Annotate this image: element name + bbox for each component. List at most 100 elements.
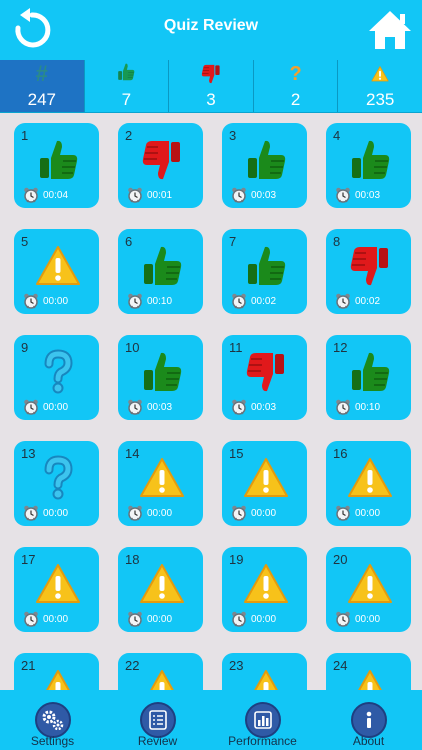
question-tile[interactable]: 4 00:03 xyxy=(326,123,411,208)
question-number: 15 xyxy=(229,446,244,461)
question-number: 3 xyxy=(229,128,237,143)
question-icon xyxy=(44,455,73,500)
warning-icon xyxy=(348,564,392,603)
question-tile[interactable]: 3 00:03 xyxy=(222,123,307,208)
alarm-clock-icon xyxy=(128,399,142,415)
home-icon xyxy=(369,11,411,49)
stat-wrong[interactable]: 3 xyxy=(168,60,253,112)
question-tile[interactable]: 17 00:00 xyxy=(14,547,99,632)
top-bar: Quiz Review xyxy=(0,0,422,60)
alarm-clock-icon xyxy=(336,611,350,627)
question-tile[interactable]: 22 xyxy=(118,653,203,690)
stat-total[interactable]: #247 xyxy=(0,60,84,112)
thumbs-down-icon xyxy=(246,353,284,392)
question-tile[interactable]: 14 00:00 xyxy=(118,441,203,526)
home-button[interactable] xyxy=(366,8,414,52)
alarm-clock-icon xyxy=(336,187,350,203)
stat-value: 3 xyxy=(206,90,216,109)
list-icon xyxy=(148,710,167,730)
warning-icon xyxy=(371,66,389,82)
alarm-clock-icon xyxy=(336,293,350,309)
alarm-clock-icon xyxy=(24,611,38,627)
question-number: 11 xyxy=(229,340,243,355)
question-number: 12 xyxy=(333,340,348,355)
stat-unsure[interactable]: ? 2 xyxy=(252,60,338,112)
question-tile[interactable]: 5 00:00 xyxy=(14,229,99,314)
question-time: 00:02 xyxy=(251,296,277,307)
warning-icon xyxy=(140,564,184,603)
question-tile[interactable]: 15 00:00 xyxy=(222,441,307,526)
question-number: 13 xyxy=(21,446,36,461)
question-tile[interactable]: 7 00:02 xyxy=(222,229,307,314)
tab-performance[interactable]: Performance xyxy=(210,690,315,750)
stat-value: 247 xyxy=(27,90,56,109)
question-tile[interactable]: 9 00:00 xyxy=(14,335,99,420)
warning-icon xyxy=(244,564,288,603)
thumbs-down-icon xyxy=(142,141,180,180)
question-tile[interactable]: 19 00:00 xyxy=(222,547,307,632)
question-tile[interactable]: 8 00:02 xyxy=(326,229,411,314)
question-number: 14 xyxy=(125,446,140,461)
thumbs-up-icon xyxy=(352,352,390,391)
tab-label: Performance xyxy=(228,734,297,748)
question-icon: ? xyxy=(289,63,302,85)
question-tile[interactable]: 18 00:00 xyxy=(118,547,203,632)
question-tile[interactable]: 2 00:01 xyxy=(118,123,203,208)
hash-icon: # xyxy=(35,61,48,86)
alarm-clock-icon xyxy=(24,293,38,309)
question-tile[interactable]: 10 00:03 xyxy=(118,335,203,420)
warning-icon xyxy=(348,458,392,497)
thumbs-up-icon xyxy=(40,140,78,179)
question-tile[interactable]: 21 xyxy=(14,653,99,690)
question-tile[interactable]: 23 xyxy=(222,653,307,690)
tab-review[interactable]: Review xyxy=(105,690,210,750)
thumbs-up-icon xyxy=(118,63,135,80)
warning-icon xyxy=(150,670,174,690)
thumbs-down-icon xyxy=(201,64,220,84)
tab-settings[interactable]: Settings xyxy=(0,690,105,750)
question-number: 19 xyxy=(229,552,244,567)
question-time: 00:04 xyxy=(43,190,69,201)
question-tile[interactable]: 20 00:00 xyxy=(326,547,411,632)
question-number: 1 xyxy=(21,128,29,143)
question-time: 00:00 xyxy=(43,402,69,413)
question-tile[interactable]: 11 00:03 xyxy=(222,335,307,420)
question-number: 17 xyxy=(21,552,36,567)
question-tile[interactable]: 16 00:00 xyxy=(326,441,411,526)
question-tile[interactable]: 24 xyxy=(326,653,411,690)
question-time: 00:03 xyxy=(355,190,381,201)
question-time: 00:00 xyxy=(147,614,173,625)
question-tile[interactable]: 12 00:10 xyxy=(326,335,411,420)
alarm-clock-icon xyxy=(128,293,142,309)
question-time: 00:03 xyxy=(251,402,277,413)
stat-value: 235 xyxy=(365,90,395,109)
question-number: 16 xyxy=(333,446,348,461)
alarm-clock-icon xyxy=(232,611,246,627)
question-time: 00:00 xyxy=(355,508,381,519)
page-title: Quiz Review xyxy=(163,17,259,34)
thumbs-up-icon xyxy=(248,246,286,285)
stat-unanswered[interactable]: 235 xyxy=(337,60,422,112)
question-time: 00:00 xyxy=(251,508,277,519)
question-time: 00:10 xyxy=(355,402,381,413)
question-number: 20 xyxy=(333,552,348,567)
tab-about[interactable]: About xyxy=(316,690,421,750)
tab-label: About xyxy=(352,734,385,748)
question-tile[interactable]: 13 00:00 xyxy=(14,441,99,526)
tab-bar: Settings Review Performance About xyxy=(0,690,422,750)
alarm-clock-icon xyxy=(128,187,142,203)
question-tile[interactable]: 1 00:04 xyxy=(14,123,99,208)
question-tile[interactable]: 6 00:10 xyxy=(118,229,203,314)
question-icon xyxy=(44,349,73,394)
alarm-clock-icon xyxy=(24,505,38,521)
alarm-clock-icon xyxy=(24,187,38,203)
question-time: 00:00 xyxy=(355,614,381,625)
stat-correct[interactable]: 7 xyxy=(83,60,169,112)
question-time: 00:03 xyxy=(147,402,173,413)
question-time: 00:00 xyxy=(43,508,69,519)
alarm-clock-icon xyxy=(232,293,246,309)
thumbs-up-icon xyxy=(144,246,182,285)
question-number: 22 xyxy=(125,658,140,673)
question-time: 00:01 xyxy=(147,190,173,201)
warning-icon xyxy=(36,246,80,285)
